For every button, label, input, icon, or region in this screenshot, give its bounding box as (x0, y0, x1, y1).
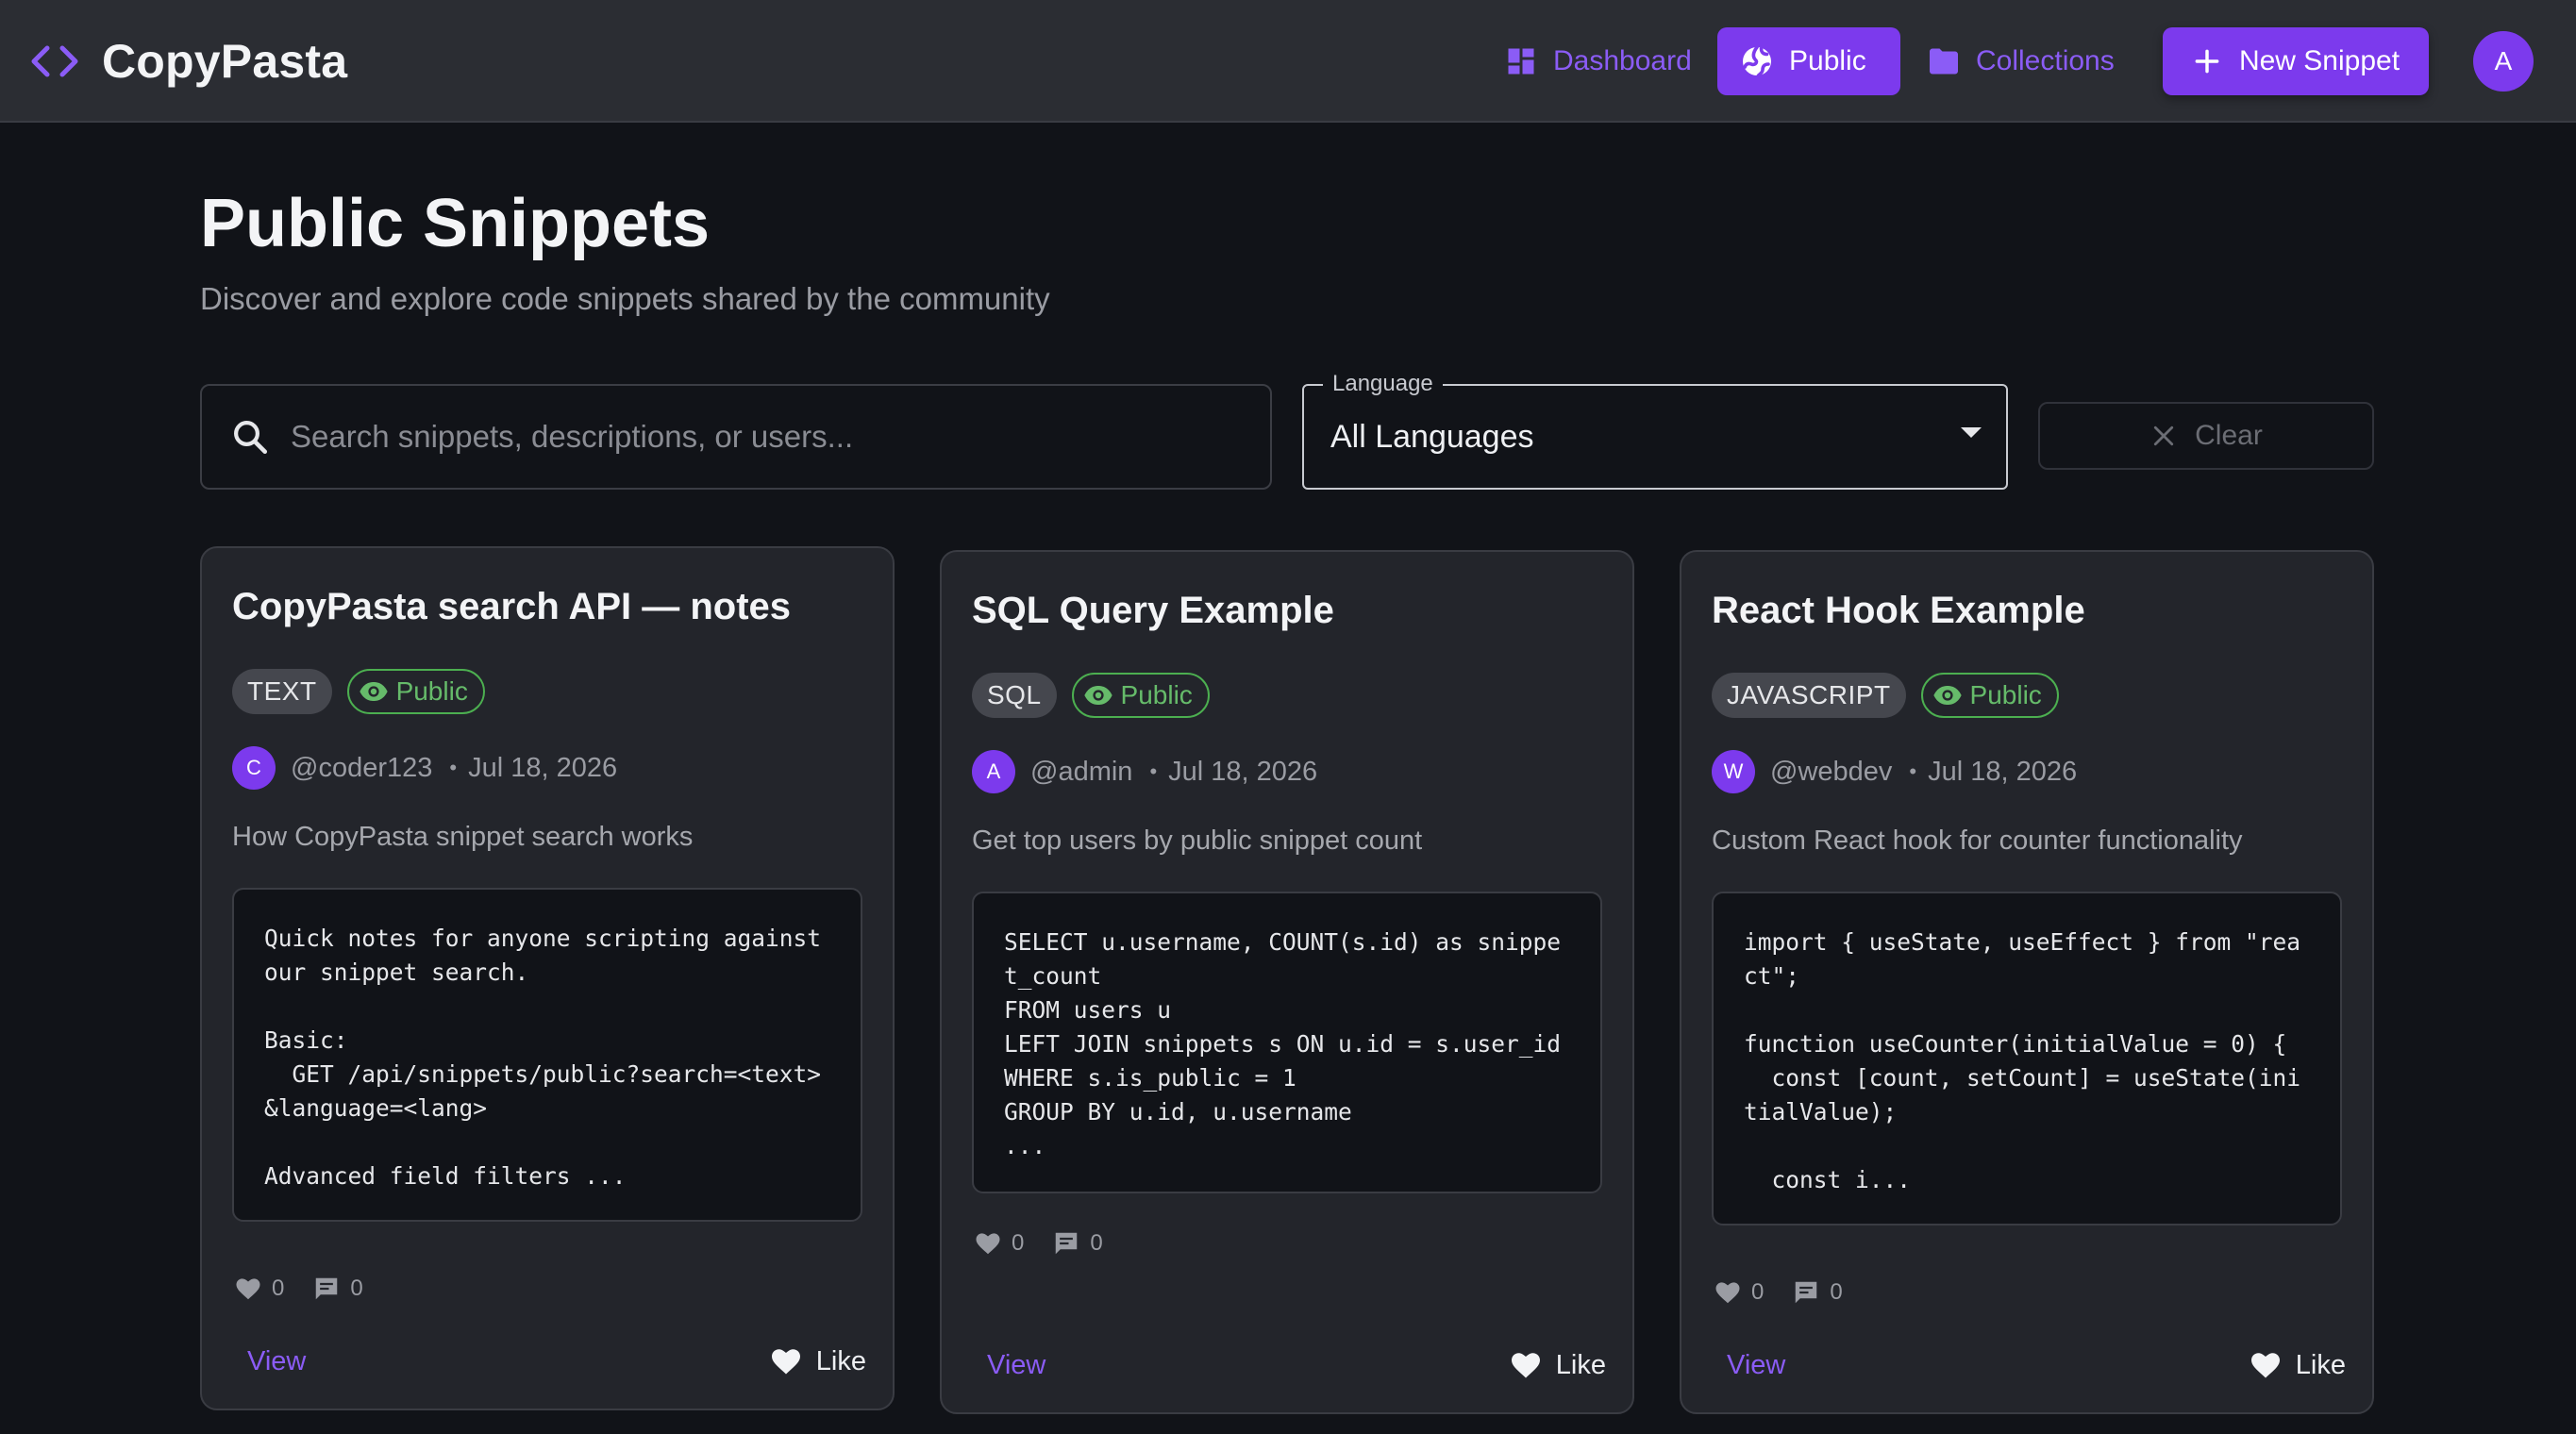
visibility-label: Public (395, 676, 468, 706)
author-name[interactable]: @webdev (1770, 757, 1892, 788)
like-count: 0 (1751, 1279, 1765, 1305)
code-brackets-icon (31, 45, 78, 77)
snippet-card: React Hook Example JAVASCRIPT Public W @… (1680, 550, 2374, 1414)
code-preview: SELECT u.username, COUNT(s.id) as snippe… (972, 892, 1602, 1193)
clear-label: Clear (2195, 420, 2263, 451)
code-text: Quick notes for anyone scripting against… (264, 925, 822, 1190)
code-preview: Quick notes for anyone scripting against… (232, 888, 862, 1222)
clear-button[interactable]: Clear (2038, 402, 2374, 470)
like-count: 0 (272, 1276, 285, 1301)
code-text: import { useState, useEffect } from "rea… (1744, 928, 2301, 1193)
page-title: Public Snippets (200, 186, 711, 261)
snippet-card: CopyPasta search API — notes TEXT Public… (200, 546, 895, 1410)
new-snippet-button[interactable]: New Snippet (2163, 27, 2429, 95)
heart-icon (2250, 1353, 2280, 1378)
snippet-date: Jul 18, 2026 (468, 752, 618, 783)
eye-icon (1932, 686, 1962, 705)
language-chip: SQL (972, 673, 1057, 718)
like-count: 0 (1012, 1230, 1025, 1256)
snippet-title[interactable]: React Hook Example (1712, 590, 2085, 632)
view-button[interactable]: View (1727, 1350, 1785, 1381)
search-icon (234, 421, 268, 455)
language-select[interactable]: Language All Languages (1302, 371, 2008, 490)
app-name: CopyPasta (102, 35, 348, 88)
snippet-title[interactable]: CopyPasta search API — notes (232, 586, 791, 628)
new-snippet-label: New Snippet (2238, 45, 2400, 76)
heart-icon (976, 1233, 1000, 1255)
comment-count: 0 (1830, 1279, 1843, 1305)
code-preview: import { useState, useEffect } from "rea… (1712, 892, 2342, 1226)
code-text: SELECT u.username, COUNT(s.id) as snippe… (1004, 928, 1562, 1159)
separator-dot: • (449, 756, 458, 779)
caret-down-icon (1961, 427, 1982, 438)
visibility-chip: Public (1920, 673, 2059, 718)
eye-icon (359, 682, 388, 701)
language-label: Language (1323, 371, 1443, 397)
heart-icon (1715, 1282, 1740, 1304)
snippet-card: SQL Query Example SQL Public A @admin • … (940, 550, 1634, 1414)
visibility-chip: Public (346, 669, 485, 714)
heart-icon (1511, 1353, 1540, 1378)
app-bar: CopyPasta Dashboard Public Collections N… (0, 0, 2576, 123)
comment-count: 0 (1090, 1230, 1103, 1256)
heart-icon (236, 1278, 260, 1300)
nav-dashboard-label: Dashboard (1553, 45, 1692, 76)
author-avatar: C (232, 746, 276, 790)
like-button[interactable]: Like (769, 1344, 866, 1378)
snippet-date: Jul 18, 2026 (1168, 756, 1318, 787)
author-name[interactable]: @coder123 (291, 753, 432, 784)
nav-public[interactable]: Public (1717, 27, 1900, 95)
view-button[interactable]: View (247, 1346, 306, 1377)
separator-dot: • (1909, 759, 1917, 783)
like-button[interactable]: Like (2249, 1348, 2346, 1382)
like-label: Like (2295, 1349, 2346, 1380)
like-label: Like (815, 1345, 866, 1376)
nav-public-label: Public (1789, 45, 1866, 76)
user-avatar[interactable]: A (2473, 31, 2534, 92)
nav-collections-label: Collections (1976, 45, 2115, 76)
language-chip: TEXT (232, 669, 332, 714)
folder-icon (1930, 48, 1958, 75)
visibility-chip: Public (1071, 673, 1210, 718)
brand[interactable]: CopyPasta (28, 0, 347, 123)
snippet-date: Jul 18, 2026 (1928, 756, 2078, 787)
heart-icon (771, 1349, 800, 1375)
like-button[interactable]: Like (1509, 1348, 1606, 1382)
language-value: All Languages (1330, 418, 1534, 455)
language-chip: JAVASCRIPT (1712, 673, 1906, 718)
like-label: Like (1555, 1349, 1606, 1380)
separator-dot: • (1149, 759, 1158, 783)
visibility-label: Public (1969, 680, 2042, 709)
search-box (200, 384, 1272, 490)
author-name[interactable]: @admin (1030, 757, 1132, 788)
visibility-label: Public (1120, 680, 1193, 709)
plus-icon (2195, 49, 2219, 74)
globe-icon (1743, 45, 1771, 77)
nav-dashboard[interactable]: Dashboard (1481, 27, 1715, 95)
eye-icon (1083, 686, 1112, 705)
comment-icon (316, 1277, 338, 1300)
view-button[interactable]: View (987, 1350, 1045, 1381)
comment-count: 0 (350, 1276, 363, 1301)
comment-icon (1796, 1281, 1817, 1304)
comment-icon (1056, 1232, 1078, 1255)
dashboard-icon (1508, 48, 1534, 75)
snippet-description: Custom React hook for counter functional… (1712, 825, 2243, 856)
search-input[interactable] (291, 419, 1234, 455)
author-avatar: A (972, 750, 1015, 793)
snippet-title[interactable]: SQL Query Example (972, 590, 1334, 632)
snippet-description: Get top users by public snippet count (972, 825, 1423, 856)
nav-collections[interactable]: Collections (1904, 27, 2137, 95)
page-subtitle: Discover and explore code snippets share… (200, 281, 1050, 316)
close-icon (2154, 425, 2174, 446)
snippet-description: How CopyPasta snippet search works (232, 822, 694, 852)
author-avatar: W (1712, 750, 1755, 793)
